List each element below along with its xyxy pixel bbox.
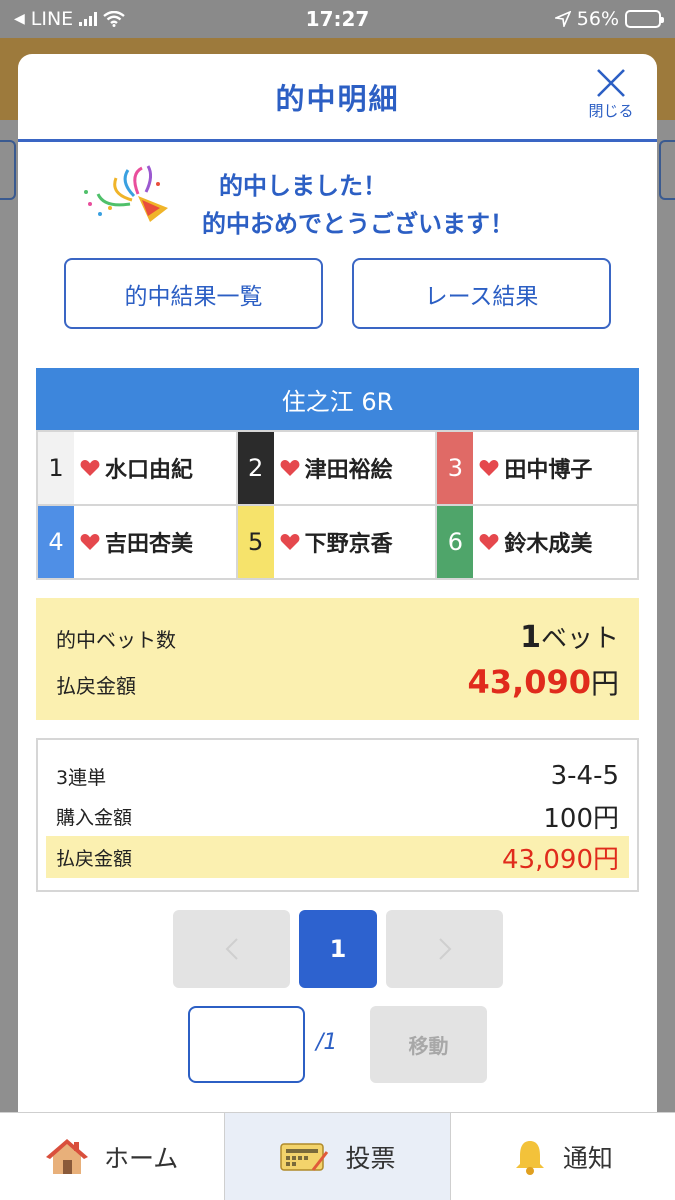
bet-type-label: 3連単 <box>56 766 107 789</box>
player-number: 5 <box>237 506 274 578</box>
ticket-icon <box>280 1142 329 1171</box>
player-cell: 4 吉田杏美 <box>38 504 238 578</box>
hit-message-line1: 的中しました！ <box>219 172 387 200</box>
location-arrow-icon <box>554 11 571 27</box>
favorite-heart-icon[interactable] <box>479 459 499 477</box>
bet-count-unit: ベット <box>540 624 619 654</box>
player-cell: 2 津田裕絵 <box>237 430 438 504</box>
player-name: 田中博子 <box>504 458 593 483</box>
hit-summary: 的中ベット数 1ベット 払戻金額 43,090円 <box>36 598 639 720</box>
tab-vote[interactable]: 投票 <box>224 1113 451 1200</box>
race-title: 住之江 6R <box>36 368 639 430</box>
home-icon <box>46 1138 89 1174</box>
player-cell: 1 水口由紀 <box>38 430 238 504</box>
payout-label: 払戻金額 <box>56 674 136 698</box>
move-button[interactable]: 移動 <box>370 1006 487 1083</box>
payout-value: 43,090円 <box>468 662 620 702</box>
payout-number: 43,090 <box>467 663 591 701</box>
battery-icon <box>625 10 664 28</box>
race-result-button[interactable]: レース結果 <box>352 258 611 329</box>
detail-payout-row: 払戻金額 43,090円 <box>46 836 629 878</box>
bet-count-value: 1ベット <box>520 618 619 655</box>
back-arrow-icon[interactable]: ◀ <box>14 11 25 27</box>
player-number: 4 <box>38 506 74 578</box>
background-page-element <box>0 140 16 200</box>
player-name: 吉田杏美 <box>105 532 194 557</box>
player-name: 津田裕絵 <box>304 458 393 483</box>
hit-detail-modal: 的中明細 閉じる 的中しました！ 的中おめでとうございます！ 的中結果一覧 レー… <box>18 54 657 1114</box>
tab-notify-label: 通知 <box>562 1143 613 1173</box>
player-number: 6 <box>437 506 474 578</box>
modal-header: 的中明細 閉じる <box>18 54 657 142</box>
wifi-icon <box>103 11 125 27</box>
tab-vote-label: 投票 <box>345 1143 396 1173</box>
current-page-button[interactable]: 1 <box>299 910 377 988</box>
tab-home[interactable]: ホーム <box>0 1113 224 1200</box>
purchase-label: 購入金額 <box>56 806 133 829</box>
player-grid: 1 水口由紀 2 津田裕絵 3 田中博子 4 吉田杏美 5 下野京香 6 鈴木成美 <box>36 430 639 580</box>
cell-signal-icon <box>79 12 98 26</box>
favorite-heart-icon[interactable] <box>479 533 499 551</box>
prev-page-button[interactable] <box>173 910 290 988</box>
player-cell: 5 下野京香 <box>237 504 438 578</box>
player-name: 鈴木成美 <box>504 532 593 557</box>
next-page-button[interactable] <box>386 910 503 988</box>
favorite-heart-icon[interactable] <box>280 533 300 551</box>
payout-unit: 円 <box>590 667 619 700</box>
bet-detail: 3連単 3-4-5 購入金額 100円 払戻金額 43,090円 <box>36 738 639 892</box>
player-number: 3 <box>437 432 474 504</box>
close-icon <box>597 69 625 97</box>
tab-notify[interactable]: 通知 <box>451 1113 675 1200</box>
hit-message: 的中しました！ 的中おめでとうございます！ <box>18 142 657 252</box>
action-buttons: 的中結果一覧 レース結果 <box>18 252 657 342</box>
close-button[interactable]: 閉じる <box>583 68 639 121</box>
player-cell: 3 田中博子 <box>437 430 637 504</box>
bell-icon <box>515 1140 544 1175</box>
player-cell: 6 鈴木成美 <box>437 504 637 578</box>
bet-type-value: 3-4-5 <box>550 761 619 791</box>
purchase-value: 100円 <box>543 803 619 834</box>
favorite-heart-icon[interactable] <box>80 459 100 477</box>
page-jump: /1 移動 <box>18 1006 657 1086</box>
favorite-heart-icon[interactable] <box>80 533 100 551</box>
hit-message-line2: 的中おめでとうございます！ <box>202 210 514 238</box>
tab-home-label: ホーム <box>104 1143 179 1173</box>
page-number-input[interactable] <box>188 1006 305 1083</box>
modal-title: 的中明細 <box>275 81 400 116</box>
purchase-row: 購入金額 100円 <box>56 796 619 836</box>
clock: 17:27 <box>305 7 370 31</box>
hit-list-button[interactable]: 的中結果一覧 <box>64 258 323 329</box>
player-number: 1 <box>38 432 74 504</box>
background-page-element <box>659 140 675 200</box>
page-total: /1 <box>316 1030 338 1055</box>
detail-payout-value: 43,090円 <box>502 844 619 875</box>
race-table: 住之江 6R 1 水口由紀 2 津田裕絵 3 田中博子 4 吉田杏美 5 下野京香 6 鈴木成美 <box>36 368 639 580</box>
chevron-right-icon <box>438 938 451 960</box>
chevron-left-icon <box>225 938 238 960</box>
party-popper-icon <box>84 165 168 222</box>
bottom-tab-bar: ホーム 投票 通知 <box>0 1112 675 1200</box>
player-name: 下野京香 <box>304 532 393 557</box>
favorite-heart-icon[interactable] <box>280 459 300 477</box>
pagination: 1 <box>18 910 657 990</box>
bet-count-label: 的中ベット数 <box>56 628 176 652</box>
bet-count-number: 1 <box>520 620 541 655</box>
player-name: 水口由紀 <box>105 458 194 483</box>
detail-payout-label: 払戻金額 <box>56 847 133 870</box>
status-bar: ◀ LINE 17:27 56% <box>0 0 675 38</box>
player-number: 2 <box>237 432 274 504</box>
close-label: 閉じる <box>588 102 634 120</box>
back-app-label[interactable]: LINE <box>31 8 73 30</box>
bet-type-row: 3連単 3-4-5 <box>56 756 619 796</box>
battery-percent: 56% <box>576 8 619 30</box>
